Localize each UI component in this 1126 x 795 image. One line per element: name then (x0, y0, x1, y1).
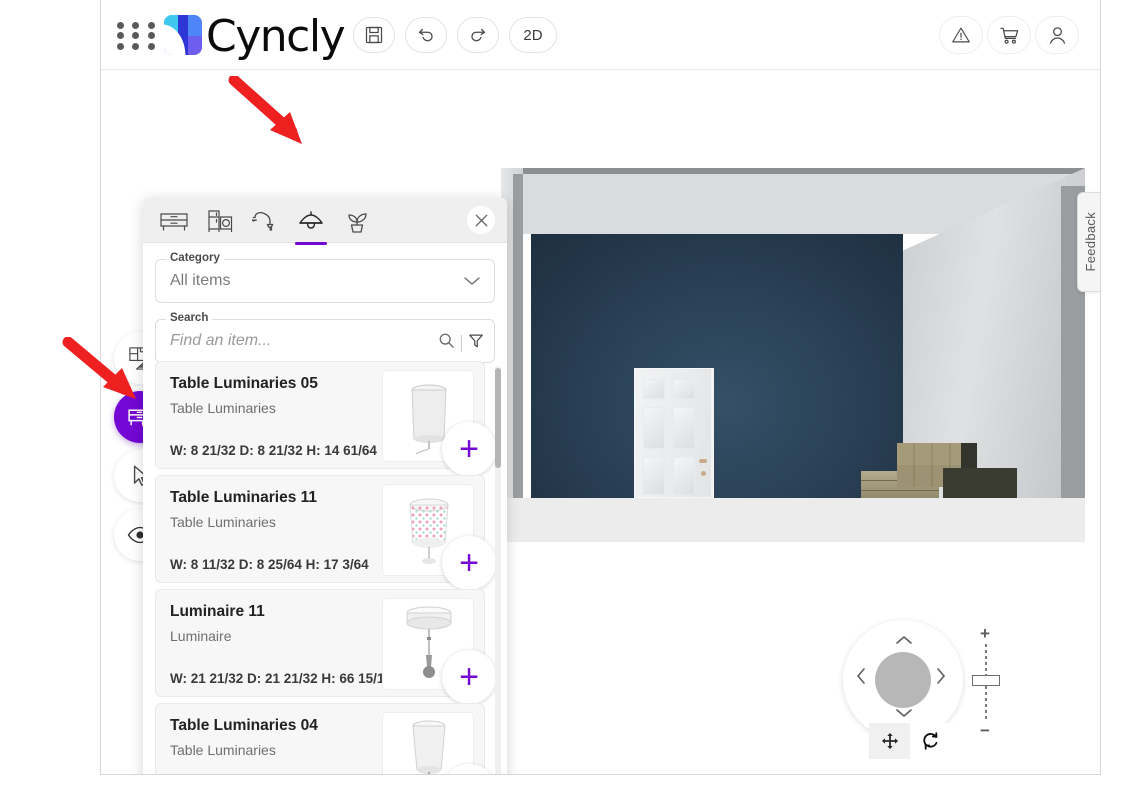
tab-cabinets[interactable] (154, 202, 194, 240)
feedback-label: Feedback (1083, 212, 1098, 272)
nav-mode-buttons (869, 723, 951, 759)
undo-button[interactable] (405, 17, 447, 53)
item-name: Table Luminaries 11 (170, 489, 318, 506)
tab-appliances[interactable] (200, 202, 240, 240)
catalog-scrollbar-thumb[interactable] (495, 368, 501, 468)
nav-down-button[interactable] (895, 704, 913, 724)
nav-right-button[interactable] (935, 667, 947, 690)
item-dimensions: W: 8 21/32 D: 8 21/32 H: 14 61/64 (170, 443, 377, 458)
cyncly-logo-icon (164, 15, 202, 55)
room-scene (501, 168, 1085, 542)
add-item-label: + (459, 544, 479, 582)
add-item-button[interactable]: + (442, 650, 496, 704)
cart-button[interactable] (987, 16, 1031, 54)
account-button[interactable] (1035, 16, 1079, 54)
nav-hub[interactable] (875, 652, 931, 708)
item-name: Table Luminaries 05 (170, 375, 318, 392)
pan-move-icon (881, 732, 898, 750)
app-window: Cyncly 2D Feedback Category All items Se… (100, 0, 1101, 775)
category-label: Category (166, 252, 224, 264)
category-value: All items (170, 272, 231, 289)
zoom-in-label[interactable]: + (980, 624, 990, 644)
brand-name: Cyncly (206, 11, 346, 62)
item-category: Table Luminaries (170, 742, 276, 758)
nav-left-button[interactable] (855, 667, 867, 690)
search-input[interactable]: Find an item... (170, 332, 271, 350)
plant-icon (348, 213, 367, 233)
dresser-icon (160, 213, 188, 231)
list-item[interactable]: Table Luminaries 05 Table Luminaries W: … (155, 361, 496, 476)
tab-lighting[interactable] (291, 202, 331, 245)
close-catalog-button[interactable] (467, 206, 495, 234)
undo-arrow-icon (418, 28, 433, 42)
viewport-3d[interactable]: Feedback Category All items Search Find … (101, 70, 1100, 774)
view-mode-button[interactable]: 2D (509, 17, 557, 53)
shopping-cart-icon (999, 27, 1018, 44)
catalog-panel: Category All items Search Find an item..… (143, 198, 507, 774)
user-avatar-icon (1049, 26, 1065, 44)
add-item-button[interactable]: + (442, 422, 496, 476)
furniture-books-top (897, 443, 961, 465)
chevron-left-icon (856, 668, 865, 684)
close-x-icon (475, 214, 487, 226)
app-header: Cyncly 2D (101, 0, 1100, 70)
grid-dots-icon[interactable] (113, 20, 159, 52)
search-label: Search (166, 312, 213, 324)
pan-mode-button[interactable] (869, 723, 910, 759)
field-divider (461, 334, 462, 352)
appliance-icon (208, 210, 233, 233)
item-name: Luminaire 11 (170, 603, 265, 620)
nav-up-button[interactable] (895, 631, 913, 651)
redo-button[interactable] (457, 17, 499, 53)
save-button[interactable] (353, 17, 395, 53)
list-item[interactable]: Table Luminaries 11 Table Luminaries W: … (155, 475, 496, 590)
chevron-down-icon (896, 709, 912, 718)
list-item[interactable]: Luminaire 11 Luminaire W: 21 21/32 D: 21… (155, 589, 496, 704)
warning-triangle-icon (952, 27, 970, 43)
filter-funnel-icon[interactable] (468, 332, 484, 354)
add-item-label: + (459, 658, 479, 696)
item-category: Luminaire (170, 628, 232, 644)
navigation-widget: + − (843, 620, 1003, 765)
zoom-out-label[interactable]: − (980, 721, 990, 741)
item-list[interactable]: Table Luminaries 05 Table Luminaries W: … (143, 361, 507, 774)
item-category: Table Luminaries (170, 400, 276, 416)
warnings-button[interactable] (939, 16, 983, 54)
item-dimensions: W: 21 21/32 D: 21 21/32 H: 66 15/16 (170, 671, 392, 686)
catalog-tabs (143, 198, 507, 245)
door (634, 368, 714, 498)
redo-arrow-icon (471, 28, 486, 42)
save-floppy-icon (365, 26, 383, 44)
chevron-right-icon (937, 668, 946, 684)
nav-disc[interactable] (843, 620, 963, 740)
faucet-icon (252, 212, 274, 231)
back-wall (531, 234, 903, 498)
zoom-slider-handle[interactable] (972, 675, 1000, 686)
item-dimensions: W: 8 11/32 D: 8 25/64 H: 17 3/64 (170, 557, 369, 572)
category-select[interactable]: Category All items (155, 252, 495, 303)
tab-decoration[interactable] (337, 202, 377, 240)
add-item-label: + (459, 430, 479, 468)
list-item[interactable]: Table Luminaries 04 Table Luminaries W: … (155, 703, 496, 774)
zoom-slider[interactable]: + − (971, 624, 1001, 741)
screenshot-root: Cyncly 2D Feedback Category All items Se… (0, 0, 1126, 795)
item-name: Table Luminaries 04 (170, 717, 318, 734)
add-item-button[interactable]: + (442, 536, 496, 590)
search-magnifier-icon[interactable] (438, 332, 455, 354)
orbit-mode-button[interactable] (910, 723, 951, 759)
chevron-down-icon (462, 274, 482, 293)
feedback-tab[interactable]: Feedback (1077, 192, 1100, 292)
search-field[interactable]: Search Find an item... (155, 312, 495, 363)
furniture-dark-box (943, 468, 1017, 501)
tab-plumbing[interactable] (246, 202, 286, 240)
chevron-up-icon (896, 635, 912, 644)
lamp-icon (299, 211, 323, 229)
item-category: Table Luminaries (170, 514, 276, 530)
orbit-rotate-icon (922, 732, 937, 750)
